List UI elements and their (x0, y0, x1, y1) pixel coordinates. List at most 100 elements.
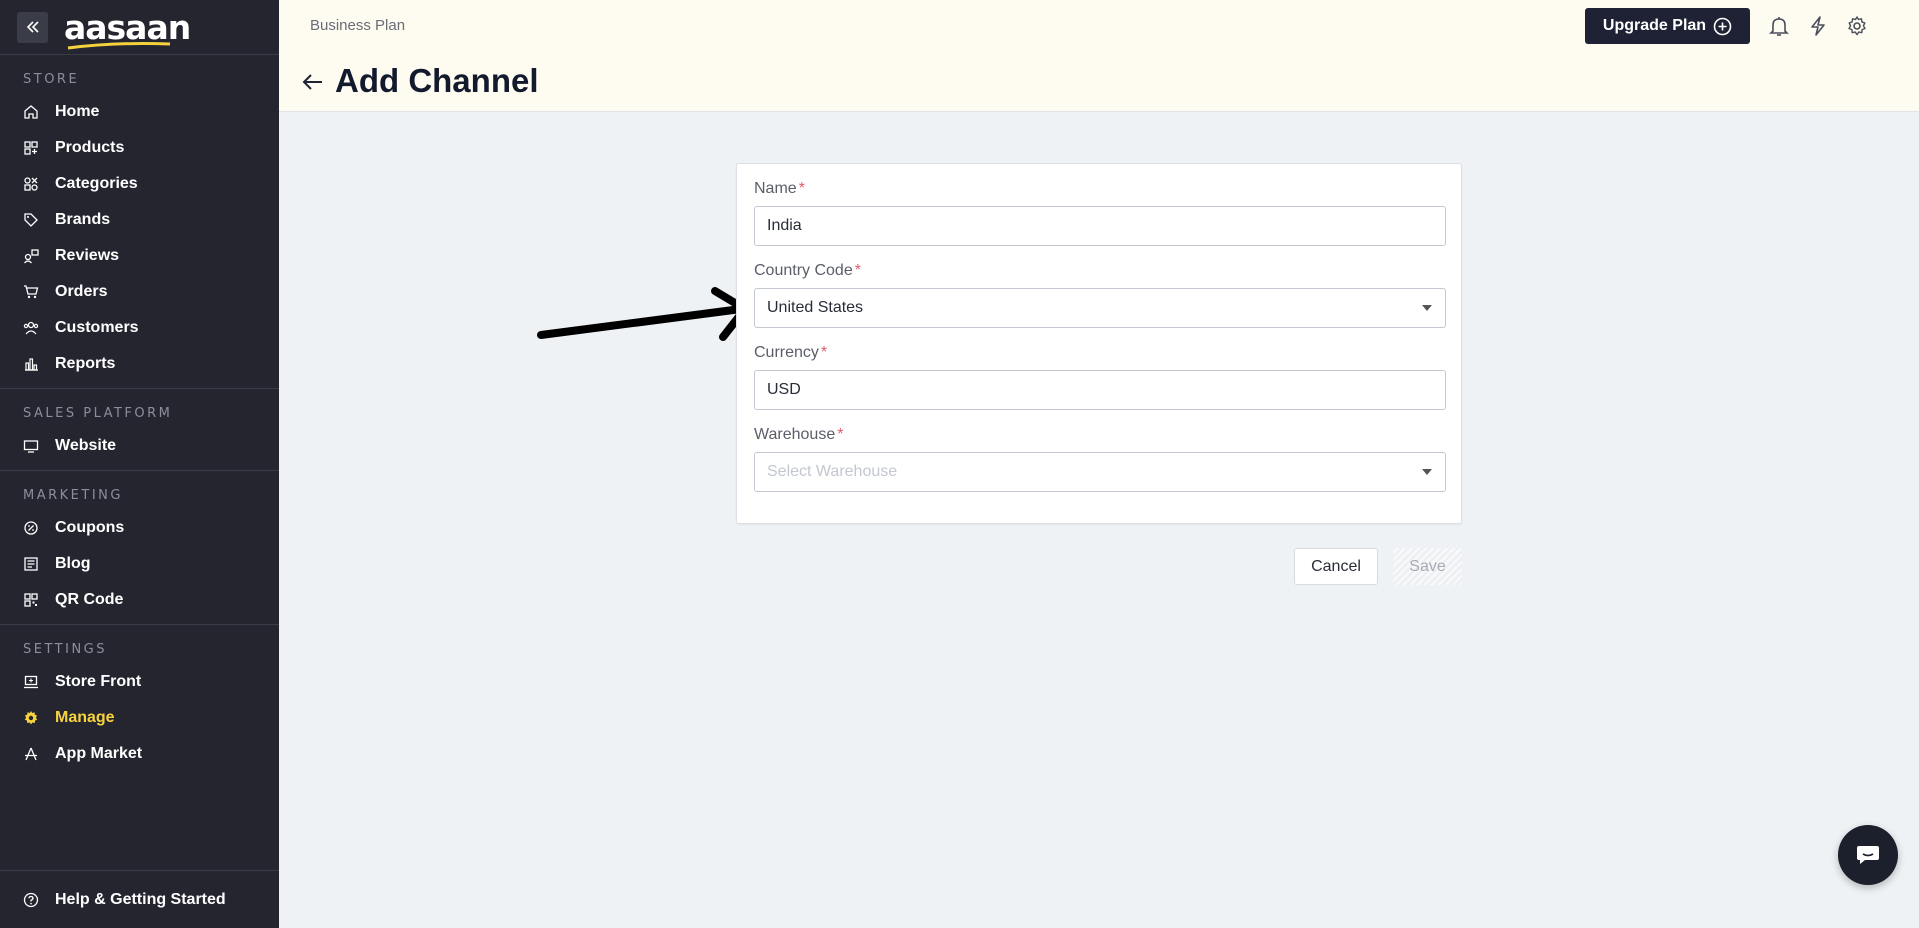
sidebar-header: aasaan (0, 0, 279, 55)
sidebar-item-reviews[interactable]: Reviews (0, 238, 279, 274)
warehouse-placeholder: Select Warehouse (767, 463, 898, 480)
sidebar-item-store-front[interactable]: Store Front (0, 664, 279, 700)
sidebar-item-label: Products (55, 139, 125, 156)
plan-label: Business Plan (310, 17, 406, 34)
upgrade-plan-label: Upgrade Plan (1602, 17, 1707, 34)
help-getting-started-link[interactable]: Help & Getting Started (0, 870, 279, 928)
bar-chart-icon (23, 356, 39, 372)
storefront-icon (23, 674, 39, 690)
chat-support-button[interactable] (1838, 825, 1898, 885)
required-mark: * (854, 262, 861, 279)
help-circle-icon (23, 892, 39, 907)
currency-label-text: Currency (754, 344, 819, 361)
sidebar-item-label: Blog (55, 555, 91, 572)
sidebar-item-orders[interactable]: Orders (0, 274, 279, 310)
sidebar-item-label: Store Front (55, 673, 142, 690)
warehouse-select[interactable]: Select Warehouse (754, 452, 1446, 492)
sidebar-item-coupons[interactable]: Coupons (0, 510, 279, 546)
chat-bubble-icon (1857, 846, 1879, 864)
collapse-sidebar-button[interactable] (17, 11, 48, 43)
gear-icon (1848, 16, 1866, 36)
brand-logo[interactable]: aasaan (64, 11, 191, 49)
sidebar-item-label: Website (55, 437, 117, 454)
users-icon (23, 320, 39, 336)
lightning-icon (1811, 16, 1825, 36)
sidebar: aasaan STORE Home Products Categories Br… (0, 0, 279, 928)
app-market-icon (23, 746, 39, 762)
categories-icon (23, 176, 39, 192)
sidebar-item-label: Reviews (55, 247, 120, 264)
products-icon (23, 140, 39, 156)
home-icon (23, 104, 39, 120)
double-chevron-left-icon (26, 21, 39, 33)
sidebar-item-label: Home (55, 103, 100, 120)
plus-circle-icon (1713, 17, 1732, 35)
annotation-arrow-icon (537, 287, 749, 341)
name-input[interactable]: India (754, 206, 1446, 246)
currency-label: Currency * (754, 344, 827, 362)
sidebar-item-customers[interactable]: Customers (0, 310, 279, 346)
blog-icon (23, 556, 39, 572)
settings-button[interactable] (1845, 14, 1869, 38)
upgrade-plan-button[interactable]: Upgrade Plan (1585, 8, 1750, 44)
sidebar-item-label: App Market (55, 745, 143, 762)
country-code-label: Country Code * (754, 262, 861, 280)
save-button[interactable]: Save (1393, 548, 1462, 585)
warehouse-label-text: Warehouse (754, 426, 836, 443)
monitor-icon (23, 438, 39, 454)
sidebar-item-website[interactable]: Website (0, 428, 279, 464)
arrow-left-icon (302, 74, 322, 90)
sidebar-item-label: Brands (55, 211, 111, 228)
sidebar-item-label: Categories (55, 175, 138, 192)
country-code-label-text: Country Code (754, 262, 853, 279)
required-mark: * (798, 180, 805, 197)
add-channel-form: Name * India Country Code * United States … (736, 163, 1462, 524)
sidebar-item-label: QR Code (55, 591, 124, 608)
logo-swoosh-icon (67, 41, 171, 49)
name-label-text: Name (754, 180, 797, 197)
coupon-icon (23, 520, 39, 536)
currency-input[interactable]: USD (754, 370, 1446, 410)
sidebar-item-app-market[interactable]: App Market (0, 736, 279, 772)
sidebar-item-blog[interactable]: Blog (0, 546, 279, 582)
sidebar-item-categories[interactable]: Categories (0, 166, 279, 202)
country-code-select[interactable]: United States (754, 288, 1446, 328)
sidebar-item-products[interactable]: Products (0, 130, 279, 166)
reviews-icon (23, 248, 39, 264)
sidebar-item-label: Manage (55, 709, 115, 726)
required-mark: * (820, 344, 828, 361)
caret-down-icon (1422, 305, 1432, 311)
currency-input-value: USD (767, 381, 801, 398)
page-title: Add Channel (335, 62, 539, 99)
gear-icon (23, 710, 39, 726)
sidebar-section-store: STORE Home Products Categories Brands Re… (0, 55, 279, 389)
sidebar-section-marketing: MARKETING Coupons Blog QR Code (0, 471, 279, 625)
name-input-value: India (767, 217, 802, 234)
bell-icon (1769, 17, 1789, 36)
country-code-value: United States (767, 299, 864, 316)
back-button[interactable] (302, 73, 324, 96)
notifications-button[interactable] (1767, 14, 1791, 38)
cart-icon (23, 284, 39, 300)
section-heading: STORE (23, 72, 80, 87)
sidebar-section-sales-platform: SALES PLATFORM Website (0, 389, 279, 471)
tag-icon (23, 212, 39, 228)
sidebar-item-qr-code[interactable]: QR Code (0, 582, 279, 618)
sidebar-item-reports[interactable]: Reports (0, 346, 279, 382)
caret-down-icon (1422, 469, 1432, 475)
section-heading: MARKETING (23, 488, 123, 503)
sidebar-item-manage[interactable]: Manage (0, 700, 279, 736)
sidebar-item-label: Coupons (55, 519, 125, 536)
quick-actions-button[interactable] (1806, 14, 1830, 38)
top-header: Business Plan Add Channel Upgrade Plan (279, 0, 1919, 112)
sidebar-item-brands[interactable]: Brands (0, 202, 279, 238)
required-mark: * (837, 426, 844, 443)
sidebar-section-settings: SETTINGS Store Front Manage App Market (0, 625, 279, 778)
section-heading: SETTINGS (23, 642, 108, 657)
cancel-button[interactable]: Cancel (1294, 548, 1378, 585)
help-label: Help & Getting Started (55, 890, 226, 908)
warehouse-label: Warehouse * (754, 426, 843, 444)
sidebar-item-label: Reports (55, 355, 116, 372)
name-label: Name * (754, 180, 805, 198)
sidebar-item-home[interactable]: Home (0, 94, 279, 130)
